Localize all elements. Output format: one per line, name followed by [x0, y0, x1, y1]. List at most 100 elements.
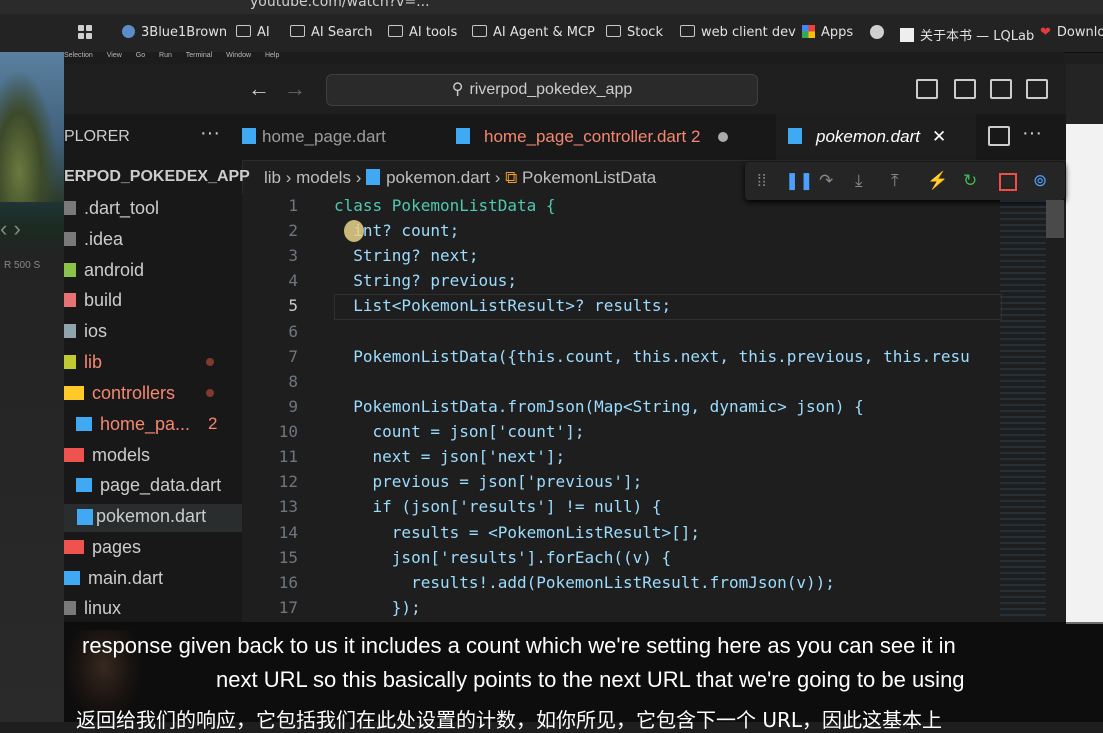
class-icon: ⧉	[505, 168, 523, 187]
code-line: List<PokemonListResult>? results;	[334, 296, 672, 315]
back-arrow-icon[interactable]: ←	[248, 76, 270, 102]
forward-arrow-icon[interactable]: →	[284, 76, 306, 102]
toggle-panel-icon[interactable]	[954, 79, 976, 99]
stop-icon[interactable]	[999, 173, 1017, 191]
bookmark-stock[interactable]: Stock	[606, 25, 663, 43]
address-bar-url[interactable]: youtube.com/watch?v=...	[250, 0, 430, 10]
hot-reload-icon[interactable]: ⚡	[927, 171, 948, 191]
bookmark-web-client-dev[interactable]: web client dev	[680, 25, 796, 43]
toggle-secondary-sidebar-icon[interactable]	[990, 79, 1012, 99]
line-number: 1	[288, 196, 298, 215]
code-line: json['results'].forEach((v) {	[334, 548, 672, 567]
folder-icon	[64, 448, 84, 462]
dart-file-icon	[76, 417, 92, 431]
more-actions-icon[interactable]: ···	[200, 122, 220, 145]
bookmark-3blue1brown[interactable]: 3Blue1Brown	[122, 25, 227, 43]
tree-item-controllers[interactable]: controllers	[64, 383, 175, 404]
step-into-icon[interactable]: ⤓	[855, 171, 863, 191]
tree-item-dart-tool[interactable]: .dart_tool	[64, 198, 159, 219]
code-line: String? previous;	[334, 271, 518, 290]
menu-help[interactable]: Help	[265, 52, 279, 59]
tree-item-home-page-controller[interactable]: home_pa...	[76, 414, 190, 435]
tree-item-main[interactable]: main.dart	[64, 568, 163, 589]
bookmark-ai-agent-mcp[interactable]: AI Agent & MCP	[472, 25, 595, 43]
globe-icon[interactable]	[870, 25, 884, 43]
scrollbar-thumb[interactable]	[1046, 200, 1064, 238]
tab-home-page-controller[interactable]: home_page_controller.dart 2	[456, 114, 772, 160]
pause-icon[interactable]: ❚❚	[785, 171, 814, 191]
modified-dot	[206, 358, 214, 366]
line-number: 16	[278, 573, 298, 592]
step-out-icon[interactable]: ⤒	[891, 171, 899, 191]
bookmarks-bar: 3Blue1Brown AI AI Search AI tools AI Age…	[0, 14, 1103, 53]
menu-run[interactable]: Run	[159, 52, 172, 59]
line-number: 10	[278, 422, 298, 441]
bookmark-downloads[interactable]: ❤ Downlo	[1040, 25, 1103, 43]
folder-icon	[64, 355, 76, 369]
code-line: PokemonListData.fromJson(Map<String, dyn…	[334, 397, 864, 416]
tree-item-models[interactable]: models	[64, 445, 150, 466]
folder-icon	[606, 25, 621, 37]
apps-grid-icon[interactable]	[78, 25, 92, 43]
dart-file-icon	[456, 128, 470, 144]
chevron-left-icon: ‹ ›	[0, 216, 21, 241]
folder-icon	[680, 25, 695, 37]
bookmark-lqlab[interactable]: 关于本书 — LQLab	[900, 25, 1034, 44]
code-line: results = <PokemonListResult>[];	[334, 523, 701, 542]
tree-item-pages[interactable]: pages	[64, 537, 141, 558]
tab-pokemon[interactable]: pokemon.dart ✕	[776, 114, 976, 160]
split-editor-icon[interactable]	[988, 126, 1010, 146]
drag-handle-icon[interactable]: ⁞⁞	[757, 171, 766, 191]
tree-item-lib[interactable]: lib	[64, 352, 102, 373]
tree-item-idea[interactable]: .idea	[64, 229, 123, 250]
code-line: String? next;	[334, 246, 479, 265]
android-folder-icon	[64, 263, 76, 277]
folder-icon	[290, 25, 305, 37]
breadcrumb-class[interactable]: PokemonListData	[522, 168, 656, 187]
code-line: count = json['count'];	[334, 422, 585, 441]
bookmark-apps[interactable]: Apps	[802, 25, 853, 43]
menu-go[interactable]: Go	[136, 52, 145, 59]
editor-tabs: home_page.dart home_page_controller.dart…	[242, 114, 1066, 161]
dart-file-icon	[64, 571, 80, 585]
code-line: previous = json['previous'];	[334, 472, 643, 491]
code-line: results!.add(PokemonListResult.fromJson(…	[334, 573, 835, 592]
tree-item-page-data[interactable]: page_data.dart	[76, 475, 221, 496]
menu-terminal[interactable]: Terminal	[186, 52, 212, 59]
command-center-search[interactable]: ⚲ riverpod_pokedex_app	[326, 74, 758, 106]
project-title[interactable]: ERPOD_POKEDEX_APP	[64, 168, 250, 186]
line-number: 4	[288, 271, 298, 290]
code-line: });	[334, 598, 421, 617]
line-number: 3	[288, 246, 298, 265]
devtools-icon[interactable]: ⊚	[1033, 171, 1047, 191]
customize-layout-icon[interactable]	[1026, 79, 1048, 99]
tree-item-build[interactable]: build	[64, 290, 122, 311]
breadcrumb-lib[interactable]: lib	[264, 168, 281, 187]
step-over-icon[interactable]: ↷	[819, 171, 833, 191]
breadcrumb-models[interactable]: models	[296, 168, 351, 187]
breadcrumb-file[interactable]: pokemon.dart	[386, 168, 490, 187]
bookmark-ai[interactable]: AI	[236, 25, 270, 43]
restart-icon[interactable]: ↻	[963, 171, 977, 191]
menu-selection[interactable]: Selection	[64, 52, 93, 59]
app-menu-bar: Selection View Go Run Terminal Window He…	[64, 52, 1064, 64]
more-actions-icon[interactable]: ···	[1022, 122, 1042, 145]
line-number: 13	[278, 497, 298, 516]
explorer-title: PLORER	[64, 128, 130, 145]
background-window	[1066, 64, 1103, 624]
bookmark-ai-tools[interactable]: AI tools	[388, 25, 457, 43]
bookmark-ai-search[interactable]: AI Search	[290, 25, 373, 43]
folder-icon	[64, 386, 84, 400]
toggle-sidebar-icon[interactable]	[916, 79, 938, 99]
tree-item-ios[interactable]: ios	[64, 321, 107, 342]
minimap[interactable]	[1000, 200, 1046, 620]
folder-icon	[472, 25, 487, 37]
menu-view[interactable]: View	[107, 52, 122, 59]
apps-grid-icon	[802, 25, 815, 38]
close-icon[interactable]: ✕	[932, 127, 946, 146]
menu-window[interactable]: Window	[226, 52, 251, 59]
tab-home-page[interactable]: home_page.dart	[242, 114, 442, 160]
tree-item-android[interactable]: android	[64, 260, 144, 281]
tree-item-linux[interactable]: linux	[64, 598, 121, 619]
folder-icon	[64, 232, 76, 246]
